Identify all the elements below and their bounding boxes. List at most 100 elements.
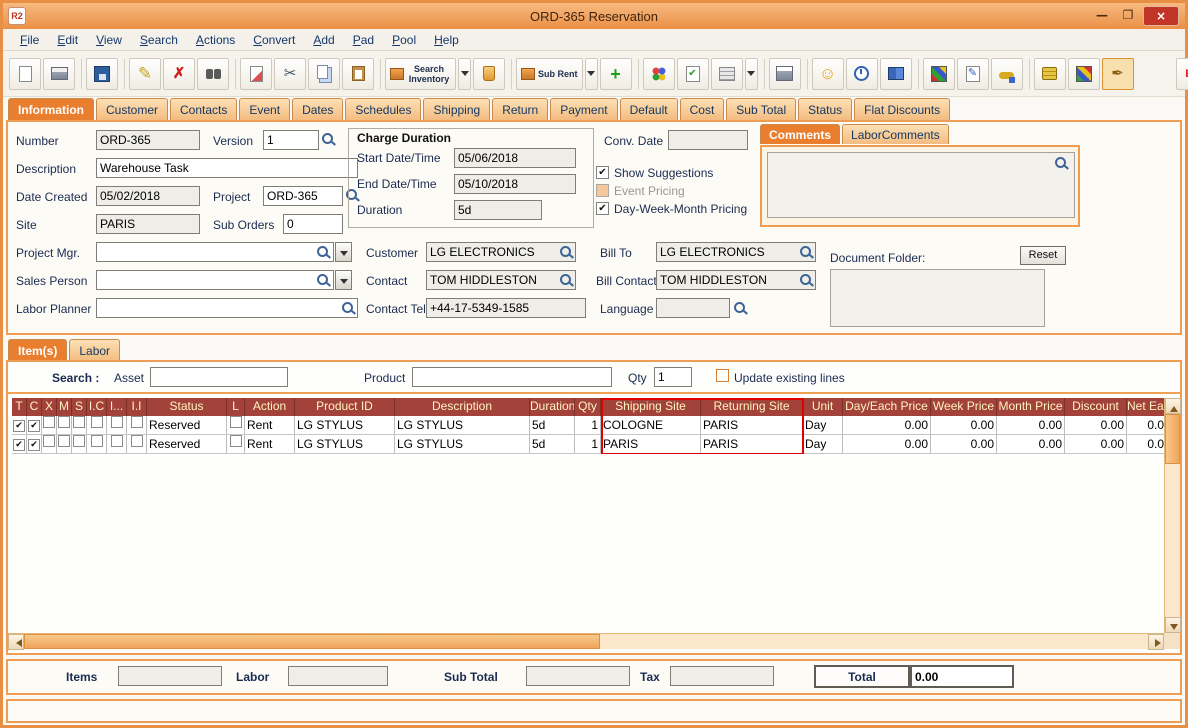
tab-payment[interactable]: Payment [550, 98, 618, 120]
menu-actions[interactable]: Actions [187, 31, 244, 49]
add-line-button[interactable]: + [599, 57, 632, 90]
cell-status[interactable]: Reserved [147, 416, 227, 434]
row-checkbox-cell[interactable] [127, 416, 147, 434]
column-header[interactable]: M [57, 398, 72, 416]
wand-button[interactable]: ✒ [1101, 57, 1134, 90]
column-header-duration[interactable]: Duration [530, 398, 575, 416]
bill-contact-search-icon[interactable] [799, 273, 813, 287]
table-row[interactable]: ✔ ✔ Reserved Rent LG STYLUS LG STYLUS 5d… [12, 435, 1164, 454]
cell-day-each-price[interactable]: 0.00 [843, 435, 931, 453]
scroll-right-button[interactable] [1148, 634, 1164, 650]
version-search-icon[interactable] [321, 132, 335, 146]
end-date-field[interactable] [454, 174, 576, 194]
tab-cost[interactable]: Cost [679, 98, 725, 120]
column-header-unit[interactable]: Unit [803, 398, 843, 416]
save-button[interactable] [86, 57, 118, 90]
column-header[interactable]: I... [107, 398, 127, 416]
exit-button[interactable]: EXIT [1175, 57, 1188, 90]
vertical-scrollbar-thumb[interactable] [1165, 414, 1180, 464]
horizontal-scrollbar[interactable] [8, 633, 1164, 650]
cell-action[interactable]: Rent [245, 416, 295, 434]
sales-person-field[interactable] [96, 270, 334, 290]
items-total-field[interactable] [118, 666, 222, 686]
tab-default[interactable]: Default [619, 98, 678, 120]
labor-planner-search-icon[interactable] [341, 301, 355, 315]
tab-contacts[interactable]: Contacts [170, 98, 238, 120]
cell-unit[interactable]: Day [803, 416, 843, 434]
contact-field[interactable] [426, 270, 576, 290]
labor-total-field[interactable] [288, 666, 388, 686]
row-checkbox-cell[interactable] [127, 435, 147, 453]
column-header-description[interactable]: Description [395, 398, 530, 416]
row-checkbox-cell[interactable] [42, 435, 57, 453]
comments-textarea[interactable] [767, 152, 1075, 218]
project-mgr-search-icon[interactable] [316, 245, 330, 259]
edit-button[interactable]: ✎ [129, 57, 161, 90]
cell-discount[interactable]: 0.00 [1065, 435, 1127, 453]
tab-status[interactable]: Status [798, 98, 853, 120]
duration-field[interactable] [454, 200, 542, 220]
project-field[interactable] [263, 186, 343, 206]
bill-to-search-icon[interactable] [799, 245, 813, 259]
menu-file[interactable]: File [11, 31, 48, 49]
tab-subtotal[interactable]: Sub Total [726, 98, 797, 120]
cell-shipping-site[interactable]: PARIS [601, 435, 701, 453]
column-header-net-each[interactable]: Net Each [1127, 398, 1164, 416]
cell-qty[interactable]: 1 [575, 416, 601, 434]
customer-search-icon[interactable] [559, 245, 573, 259]
book-button[interactable] [879, 57, 912, 90]
blocks-button[interactable] [1067, 57, 1100, 90]
tab-schedules[interactable]: Schedules [345, 98, 422, 120]
cell-duration[interactable]: 5d [530, 416, 575, 434]
cell-returning-site[interactable]: PARIS [701, 435, 803, 453]
sub-orders-field[interactable] [283, 214, 343, 234]
sales-person-dropdown[interactable] [335, 270, 352, 290]
product-search-input[interactable] [412, 367, 612, 387]
tab-labor-comments[interactable]: LaborComments [842, 124, 949, 144]
site-field[interactable] [96, 214, 200, 234]
column-header[interactable]: L [227, 398, 245, 416]
menu-help[interactable]: Help [425, 31, 468, 49]
sub-rent-button[interactable]: Sub Rent [516, 57, 583, 90]
description-field[interactable] [96, 158, 358, 178]
horizontal-scrollbar-thumb[interactable] [24, 634, 600, 649]
sales-person-search-icon[interactable] [316, 273, 330, 287]
column-header[interactable]: I.C [87, 398, 107, 416]
total-field[interactable] [910, 665, 1014, 688]
notepad-button[interactable]: ✎ [956, 57, 989, 90]
maximize-button[interactable]: ❐ [1115, 7, 1141, 25]
column-header[interactable]: S [72, 398, 87, 416]
event-pricing-checkbox[interactable] [596, 184, 609, 197]
column-header-shipping-site[interactable]: Shipping Site [601, 398, 701, 416]
row-checkbox-cell[interactable] [227, 435, 245, 453]
coins-button[interactable] [1033, 57, 1066, 90]
search-inventory-button[interactable]: Search Inventory [385, 57, 456, 90]
row-checkbox-cell[interactable] [87, 416, 107, 434]
column-header-status[interactable]: Status [147, 398, 227, 416]
vertical-scrollbar[interactable] [1164, 398, 1181, 633]
cell-duration[interactable]: 5d [530, 435, 575, 453]
row-checkbox-cell[interactable]: ✔ [12, 435, 27, 453]
version-field[interactable] [263, 130, 319, 150]
note-check-button[interactable]: ✔ [676, 57, 709, 90]
conv-date-field[interactable] [668, 130, 748, 150]
cut-document-button[interactable] [240, 57, 272, 90]
tab-flat-discounts[interactable]: Flat Discounts [854, 98, 951, 120]
tab-information[interactable]: Information [8, 98, 94, 120]
menu-search[interactable]: Search [131, 31, 187, 49]
row-checkbox-cell[interactable]: ✔ [12, 416, 27, 434]
clock-button[interactable] [845, 57, 878, 90]
column-header-qty[interactable]: Qty [575, 398, 601, 416]
scroll-down-button[interactable] [1165, 617, 1181, 633]
cell-status[interactable]: Reserved [147, 435, 227, 453]
cell-product-id[interactable]: LG STYLUS [295, 416, 395, 434]
column-header[interactable]: T [12, 398, 27, 416]
tab-return[interactable]: Return [492, 98, 549, 120]
labor-planner-field[interactable] [96, 298, 358, 318]
pour-button[interactable] [473, 57, 505, 90]
update-existing-checkbox[interactable] [716, 369, 729, 382]
close-button[interactable]: × [1143, 6, 1179, 26]
stack-button[interactable] [710, 57, 743, 90]
date-created-field[interactable] [96, 186, 200, 206]
delete-button[interactable]: ✗ [163, 57, 195, 90]
